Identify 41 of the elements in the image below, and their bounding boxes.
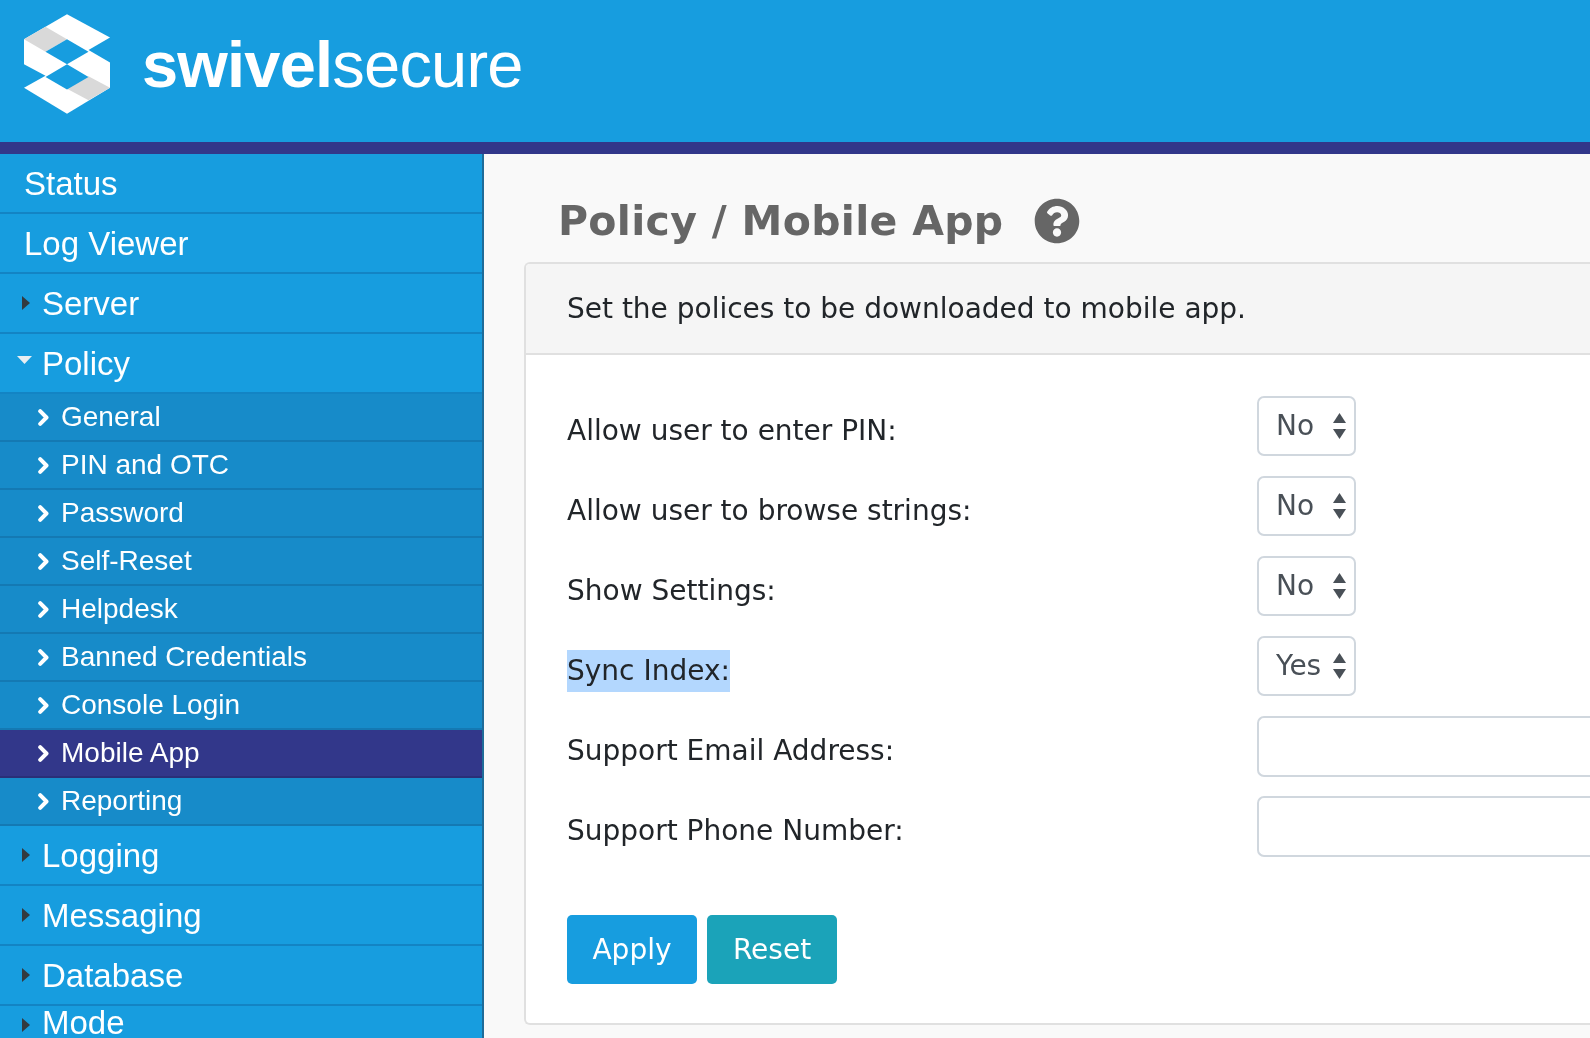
field-label: Show Settings: — [567, 573, 776, 609]
sidebar-subitem[interactable]: Reporting — [0, 778, 482, 826]
select-field[interactable]: No — [1257, 476, 1356, 536]
page-title: Policy / Mobile App — [558, 198, 1004, 244]
logo-text: swivelsecure — [142, 31, 523, 97]
select-field[interactable]: No — [1257, 556, 1356, 616]
sidebar-subitem[interactable]: General — [0, 394, 482, 442]
apply-button[interactable]: Apply — [567, 915, 697, 984]
sidebar-subitem[interactable]: Banned Credentials — [0, 634, 482, 682]
field-label: Support Email Address: — [567, 733, 895, 769]
chevron-right-icon — [38, 648, 49, 666]
select-field[interactable]: No — [1257, 396, 1356, 456]
up-down-arrows-icon — [1333, 573, 1346, 599]
sidebar-subitem[interactable]: Self-Reset — [0, 538, 482, 586]
chevron-right-icon — [38, 408, 49, 426]
sidebar-subitem[interactable]: Console Login — [0, 682, 482, 730]
chevron-right-icon — [38, 456, 49, 474]
up-down-arrows-icon — [1333, 413, 1346, 439]
chevron-right-icon — [38, 744, 49, 762]
select-field[interactable]: Yes — [1257, 636, 1356, 696]
sidebar-subitem[interactable]: PIN and OTC — [0, 442, 482, 490]
up-down-arrows-icon — [1333, 493, 1346, 519]
up-down-arrows-icon — [1333, 653, 1346, 679]
field-label: Sync Index: — [567, 650, 730, 692]
field-label: Allow user to enter PIN: — [567, 413, 897, 449]
text-input[interactable] — [1257, 715, 1590, 777]
field-label: Support Phone Number: — [567, 813, 904, 849]
chevron-right-icon — [38, 504, 49, 522]
sidebar-subitem[interactable]: Mobile App — [0, 730, 482, 778]
chevron-right-icon — [38, 600, 49, 618]
chevron-right-icon — [38, 696, 49, 714]
sidebar-subitem[interactable]: Password — [0, 490, 482, 538]
chevron-right-icon — [38, 552, 49, 570]
panel-description: Set the polices to be downloaded to mobile app. — [567, 294, 1246, 323]
chevron-right-icon — [38, 792, 49, 810]
logo-icon — [24, 14, 110, 114]
text-input[interactable] — [1257, 795, 1590, 857]
sidebar-subitem[interactable]: Helpdesk — [0, 586, 482, 634]
help-icon[interactable] — [1033, 198, 1080, 244]
reset-button[interactable]: Reset — [707, 915, 837, 984]
field-label: Allow user to browse strings: — [567, 493, 972, 529]
